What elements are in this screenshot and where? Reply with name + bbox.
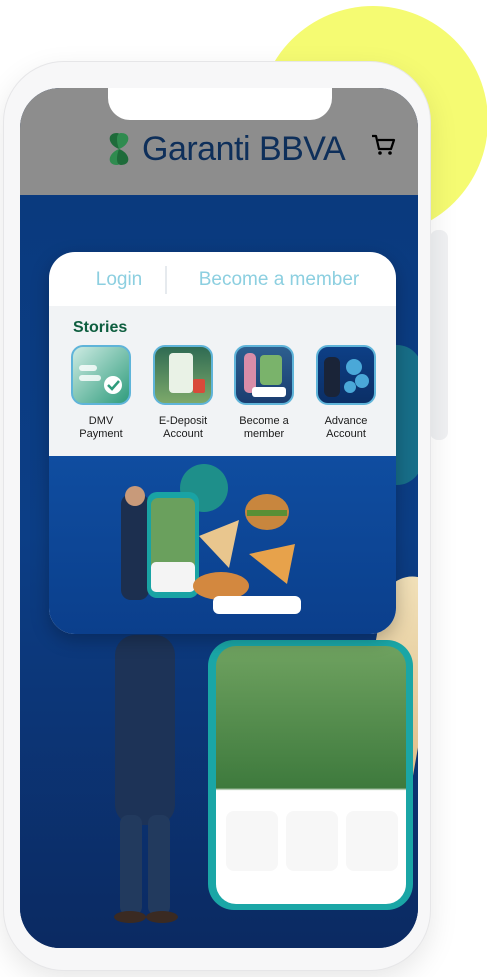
clover-logo-icon — [109, 133, 129, 165]
promo-banner[interactable] — [49, 456, 396, 634]
become-member-tab[interactable]: Become a member — [189, 269, 369, 291]
promo-button[interactable] — [213, 596, 301, 614]
login-tab[interactable]: Login — [77, 269, 161, 291]
story-advance-account[interactable]: Advance Account — [313, 345, 379, 441]
auth-tabs: Login Become a member — [49, 252, 396, 306]
story-thumbnail — [234, 345, 294, 405]
background-phone-image — [208, 640, 413, 910]
story-e-deposit-account[interactable]: E-Deposit Account — [150, 345, 216, 441]
brand-name: Garanti BBVA — [142, 129, 346, 168]
story-label: E-Deposit Account — [158, 415, 208, 440]
phone-notch — [108, 88, 332, 120]
decorative-gray-bar — [430, 230, 448, 440]
story-thumbnail — [153, 345, 213, 405]
brand-logo: Garanti BBVA — [102, 127, 346, 171]
story-label: Advance Account — [324, 415, 368, 440]
story-thumbnail — [71, 345, 131, 405]
tab-divider — [165, 266, 167, 294]
app-header: Garanti BBVA — [20, 88, 418, 195]
story-thumbnail — [316, 345, 376, 405]
story-become-a-member[interactable]: Become a member — [231, 345, 297, 441]
story-label: DMV Payment — [79, 415, 123, 440]
login-card: Login Become a member Stories DMV Paymen… — [49, 252, 396, 634]
story-dmv-payment[interactable]: DMV Payment — [68, 345, 134, 441]
cart-icon[interactable] — [370, 132, 396, 158]
stories-title: Stories — [73, 319, 128, 336]
background-person-image — [114, 635, 178, 923]
stories-section: Stories DMV Payment E-Deposit Account Be… — [49, 306, 396, 456]
story-label: Become a member — [239, 415, 289, 440]
